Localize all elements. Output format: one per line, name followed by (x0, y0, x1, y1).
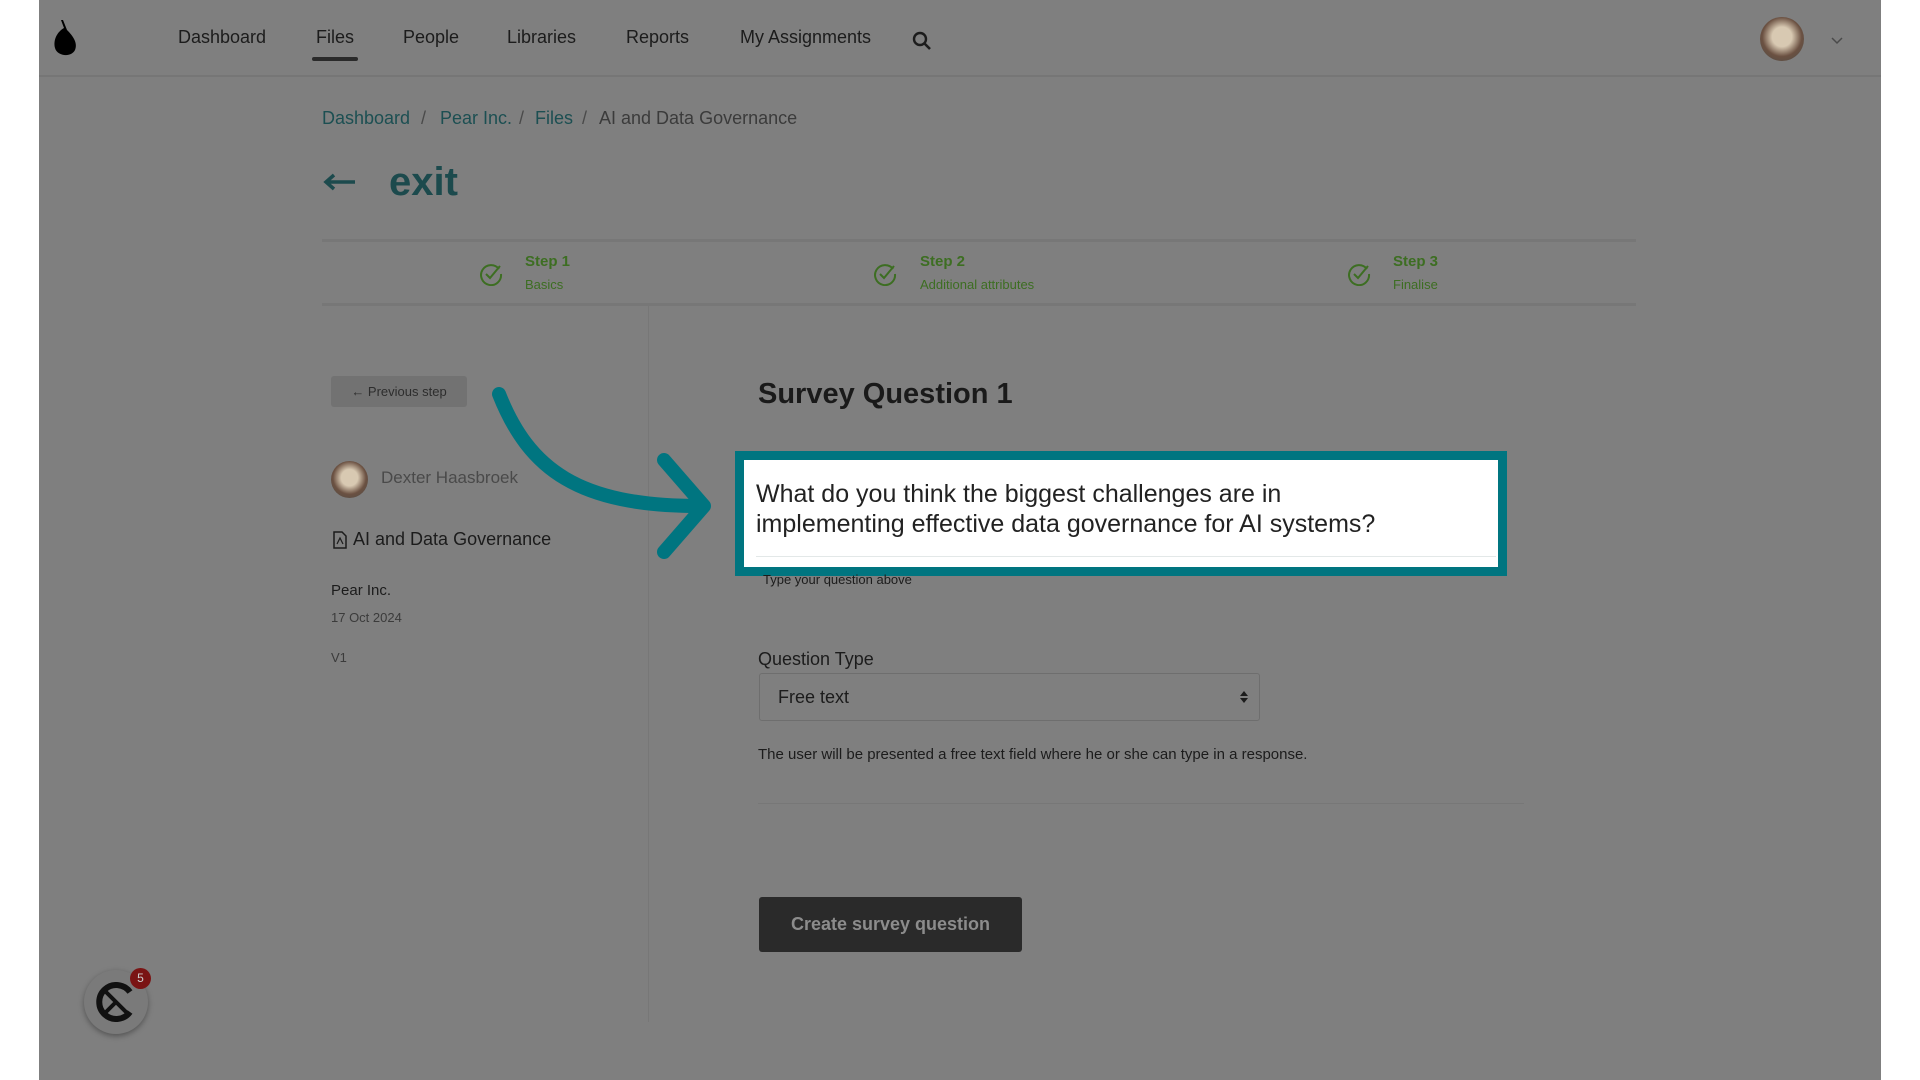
question-type-value: Free text (778, 687, 850, 707)
previous-step-button[interactable]: ← Previous step (331, 376, 467, 407)
pear-logo-icon[interactable] (49, 18, 79, 58)
breadcrumb-dashboard[interactable]: Dashboard (322, 108, 410, 129)
form-title: Survey Question 1 (758, 378, 1013, 410)
question-type-description: The user will be presented a free text f… (758, 746, 1308, 763)
breadcrumb-company[interactable]: Pear Inc. (440, 108, 512, 129)
chat-logo-icon (96, 982, 133, 1022)
chevron-down-icon[interactable] (1830, 36, 1844, 46)
check-circle-icon (1348, 264, 1371, 286)
question-type-label: Question Type (758, 649, 874, 669)
active-tab-indicator (312, 57, 358, 61)
question-input[interactable]: What do you think the biggest challenges… (756, 479, 1375, 539)
nav-my-assignments[interactable]: My Assignments (740, 27, 871, 48)
nav-dashboard[interactable]: Dashboard (178, 27, 266, 48)
search-icon[interactable] (911, 30, 933, 52)
top-nav: Dashboard Files People Libraries Reports… (39, 0, 1881, 77)
question-hint: Type your question above (763, 572, 912, 587)
nav-people[interactable]: People (403, 27, 459, 48)
file-version: V1 (331, 650, 347, 665)
check-circle-icon (874, 264, 897, 286)
breadcrumb-separator: / (519, 108, 525, 128)
create-survey-question-button[interactable]: Create survey question (759, 897, 1022, 952)
step-3-title[interactable]: Step 3 (1393, 253, 1438, 270)
nav-libraries[interactable]: Libraries (507, 27, 576, 48)
breadcrumb-files[interactable]: Files (535, 108, 573, 129)
back-arrow-icon[interactable] (323, 172, 357, 192)
step-2-title[interactable]: Step 2 (920, 253, 965, 270)
company-name: Pear Inc. (331, 582, 392, 599)
user-avatar[interactable] (1760, 17, 1804, 61)
question-type-select[interactable]: Free text (759, 673, 1260, 721)
nav-reports[interactable]: Reports (626, 27, 689, 48)
nav-files[interactable]: Files (316, 27, 354, 48)
exit-link[interactable]: exit (389, 160, 458, 205)
step-3-subtitle: Finalise (1393, 277, 1438, 292)
input-underline (756, 556, 1496, 557)
select-arrows-icon (1240, 691, 1248, 703)
question-text-line-1: What do you think the biggest challenges… (756, 480, 1282, 508)
step-1-subtitle: Basics (525, 277, 564, 292)
question-text-line-2: implementing effective data governance f… (756, 510, 1376, 538)
check-circle-icon (480, 264, 503, 286)
form-divider (758, 803, 1524, 804)
step-1-title[interactable]: Step 1 (525, 253, 570, 270)
breadcrumb-separator: / (582, 108, 588, 128)
breadcrumb-current: AI and Data Governance (599, 108, 798, 128)
step-2-subtitle: Additional attributes (920, 277, 1035, 292)
stepper (322, 239, 1636, 306)
document-icon (333, 531, 347, 549)
notification-badge: 5 (130, 968, 151, 989)
file-date: 17 Oct 2024 (331, 610, 402, 625)
author-avatar (331, 461, 368, 498)
question-input-highlight[interactable]: What do you think the biggest challenges… (735, 451, 1507, 576)
breadcrumb-separator: / (421, 108, 427, 128)
page-overlay: Dashboard Files People Libraries Reports… (39, 0, 1881, 1080)
